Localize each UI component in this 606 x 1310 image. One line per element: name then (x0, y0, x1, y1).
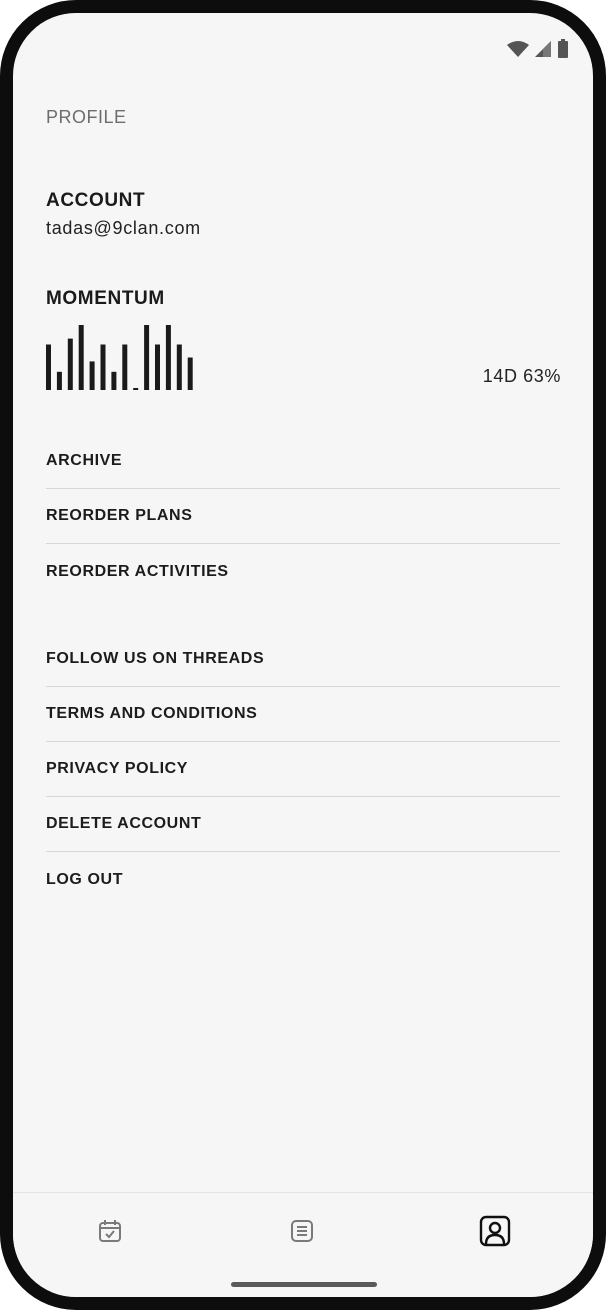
menu-item-label: LOG OUT (46, 870, 124, 888)
momentum-chart (46, 325, 193, 390)
status-bar (507, 39, 569, 59)
momentum-bar (187, 357, 193, 390)
momentum-bar (133, 388, 139, 390)
menu-item-label: PRIVACY POLICY (46, 760, 189, 777)
calendar-check-icon (97, 1218, 123, 1249)
menu-item-reorder-activities[interactable]: REORDER ACTIVITIES (46, 544, 560, 599)
momentum-bar (122, 344, 128, 390)
home-indicator (231, 1282, 377, 1287)
momentum-bar (67, 338, 73, 390)
momentum-bar (165, 325, 171, 390)
momentum-bar (46, 344, 51, 390)
nav-list-button[interactable] (282, 1213, 322, 1253)
menu-item-delete-account[interactable]: DELETE ACCOUNT (46, 797, 560, 852)
wifi-icon (507, 40, 529, 58)
momentum-bar (89, 361, 95, 390)
menu-item-label: TERMS AND CONDITIONS (46, 705, 258, 722)
menu-item-log-out[interactable]: LOG OUT (46, 852, 560, 907)
menu-primary: ARCHIVE REORDER PLANS REORDER ACTIVITIES (46, 434, 560, 599)
momentum-bar (176, 344, 182, 390)
momentum-bar (155, 344, 160, 390)
menu-item-follow-us-on-threads[interactable]: FOLLOW US ON THREADS (46, 632, 560, 687)
menu-item-archive[interactable]: ARCHIVE (46, 434, 560, 489)
menu-item-label: REORDER ACTIVITIES (46, 562, 229, 580)
menu-item-reorder-plans[interactable]: REORDER PLANS (46, 489, 560, 544)
list-icon (289, 1218, 315, 1249)
account-heading: ACCOUNT (46, 190, 146, 211)
momentum-stat: 14D 63% (482, 366, 561, 386)
menu-item-label: FOLLOW US ON THREADS (46, 650, 265, 667)
momentum-heading: MOMENTUM (46, 288, 165, 309)
nav-calendar-button[interactable] (90, 1213, 130, 1253)
menu-secondary: FOLLOW US ON THREADS TERMS AND CONDITIONS… (46, 632, 560, 907)
bottom-nav (13, 1192, 593, 1297)
cell-signal-icon (534, 40, 552, 58)
momentum-bar (100, 344, 106, 390)
battery-icon (557, 39, 569, 59)
menu-item-label: REORDER PLANS (46, 507, 193, 524)
momentum-bar (56, 371, 62, 390)
nav-profile-button[interactable] (475, 1213, 515, 1253)
menu-item-terms-and-conditions[interactable]: TERMS AND CONDITIONS (46, 687, 560, 742)
menu-item-label: DELETE ACCOUNT (46, 815, 202, 832)
menu-item-label: ARCHIVE (46, 452, 123, 469)
menu-item-privacy-policy[interactable]: PRIVACY POLICY (46, 742, 560, 797)
account-email: tadas@9clan.com (46, 218, 201, 238)
momentum-bar (78, 325, 84, 390)
phone-frame: PROFILE ACCOUNT tadas@9clan.com MOMENTUM… (0, 0, 606, 1310)
profile-icon (479, 1215, 511, 1252)
page-title: PROFILE (46, 107, 127, 127)
momentum-bar (144, 325, 150, 390)
momentum-bar (111, 371, 117, 390)
